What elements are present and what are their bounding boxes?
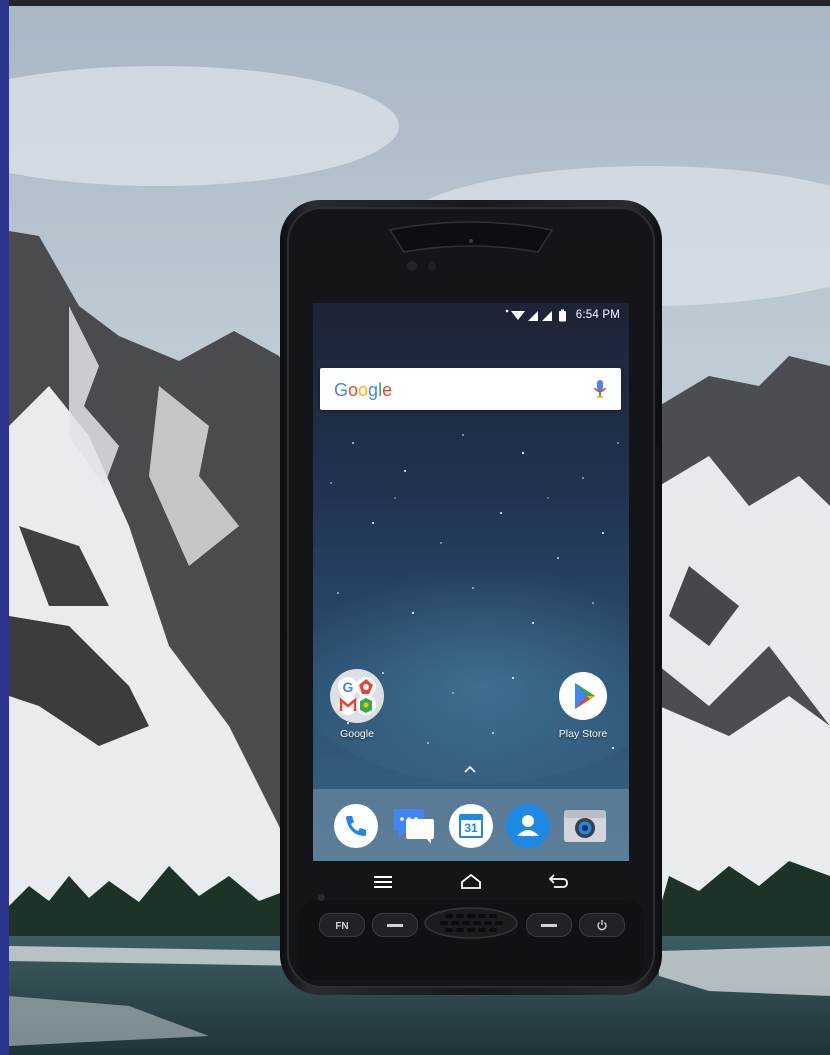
svg-text:G: G [343,679,354,695]
right-side-key[interactable] [526,913,572,937]
app-label-play-store: Play Store [558,728,608,740]
calendar-date: 31 [464,821,478,835]
play-store-icon [559,672,607,720]
left-side-key[interactable] [372,913,418,937]
bottom-speaker-grille [424,907,518,939]
google-logo: Google [334,380,392,400]
google-search-bar[interactable]: Google [320,368,621,410]
wifi-icon [511,311,525,320]
dock-messages[interactable] [391,803,437,849]
svg-text:Google: Google [334,380,392,400]
back-icon[interactable] [544,869,572,895]
android-nav-bar [313,861,629,903]
dock-contacts[interactable] [505,803,551,849]
power-icon [597,920,607,931]
status-icons [505,309,566,322]
fn-key[interactable]: FN [319,913,365,937]
fn-key-label: FN [335,921,349,932]
google-folder-icon: G [330,669,384,723]
phone-screen: 6:54 PM Google G Google Play Store 31 [313,303,629,861]
left-border [0,0,9,1055]
cell-signal-icon [528,311,538,321]
power-key[interactable] [579,913,625,937]
app-play-store[interactable]: Play Store [553,668,613,740]
home-icon[interactable] [457,869,485,895]
dock-calendar[interactable]: 31 [448,803,494,849]
front-sensor [318,894,325,901]
phone-icon [334,804,378,848]
battery-icon [559,311,566,322]
dock-camera[interactable] [562,803,608,849]
photo-frame: 6:54 PM Google G Google Play Store 31 FN [0,0,830,1055]
mic-icon[interactable] [593,378,607,400]
app-google-folder[interactable]: G Google [327,668,387,740]
status-bar: 6:54 PM [313,303,629,327]
contacts-icon [506,804,550,848]
messages-icon [394,809,434,844]
dock-phone[interactable] [333,803,379,849]
camera-icon [564,810,606,842]
menu-icon[interactable] [369,869,397,895]
app-drawer-up-icon[interactable] [463,764,477,774]
notification-dot-icon [505,309,509,313]
cell-signal-2-icon [542,311,552,321]
status-time: 6:54 PM [575,309,620,321]
app-label-google: Google [340,728,374,740]
